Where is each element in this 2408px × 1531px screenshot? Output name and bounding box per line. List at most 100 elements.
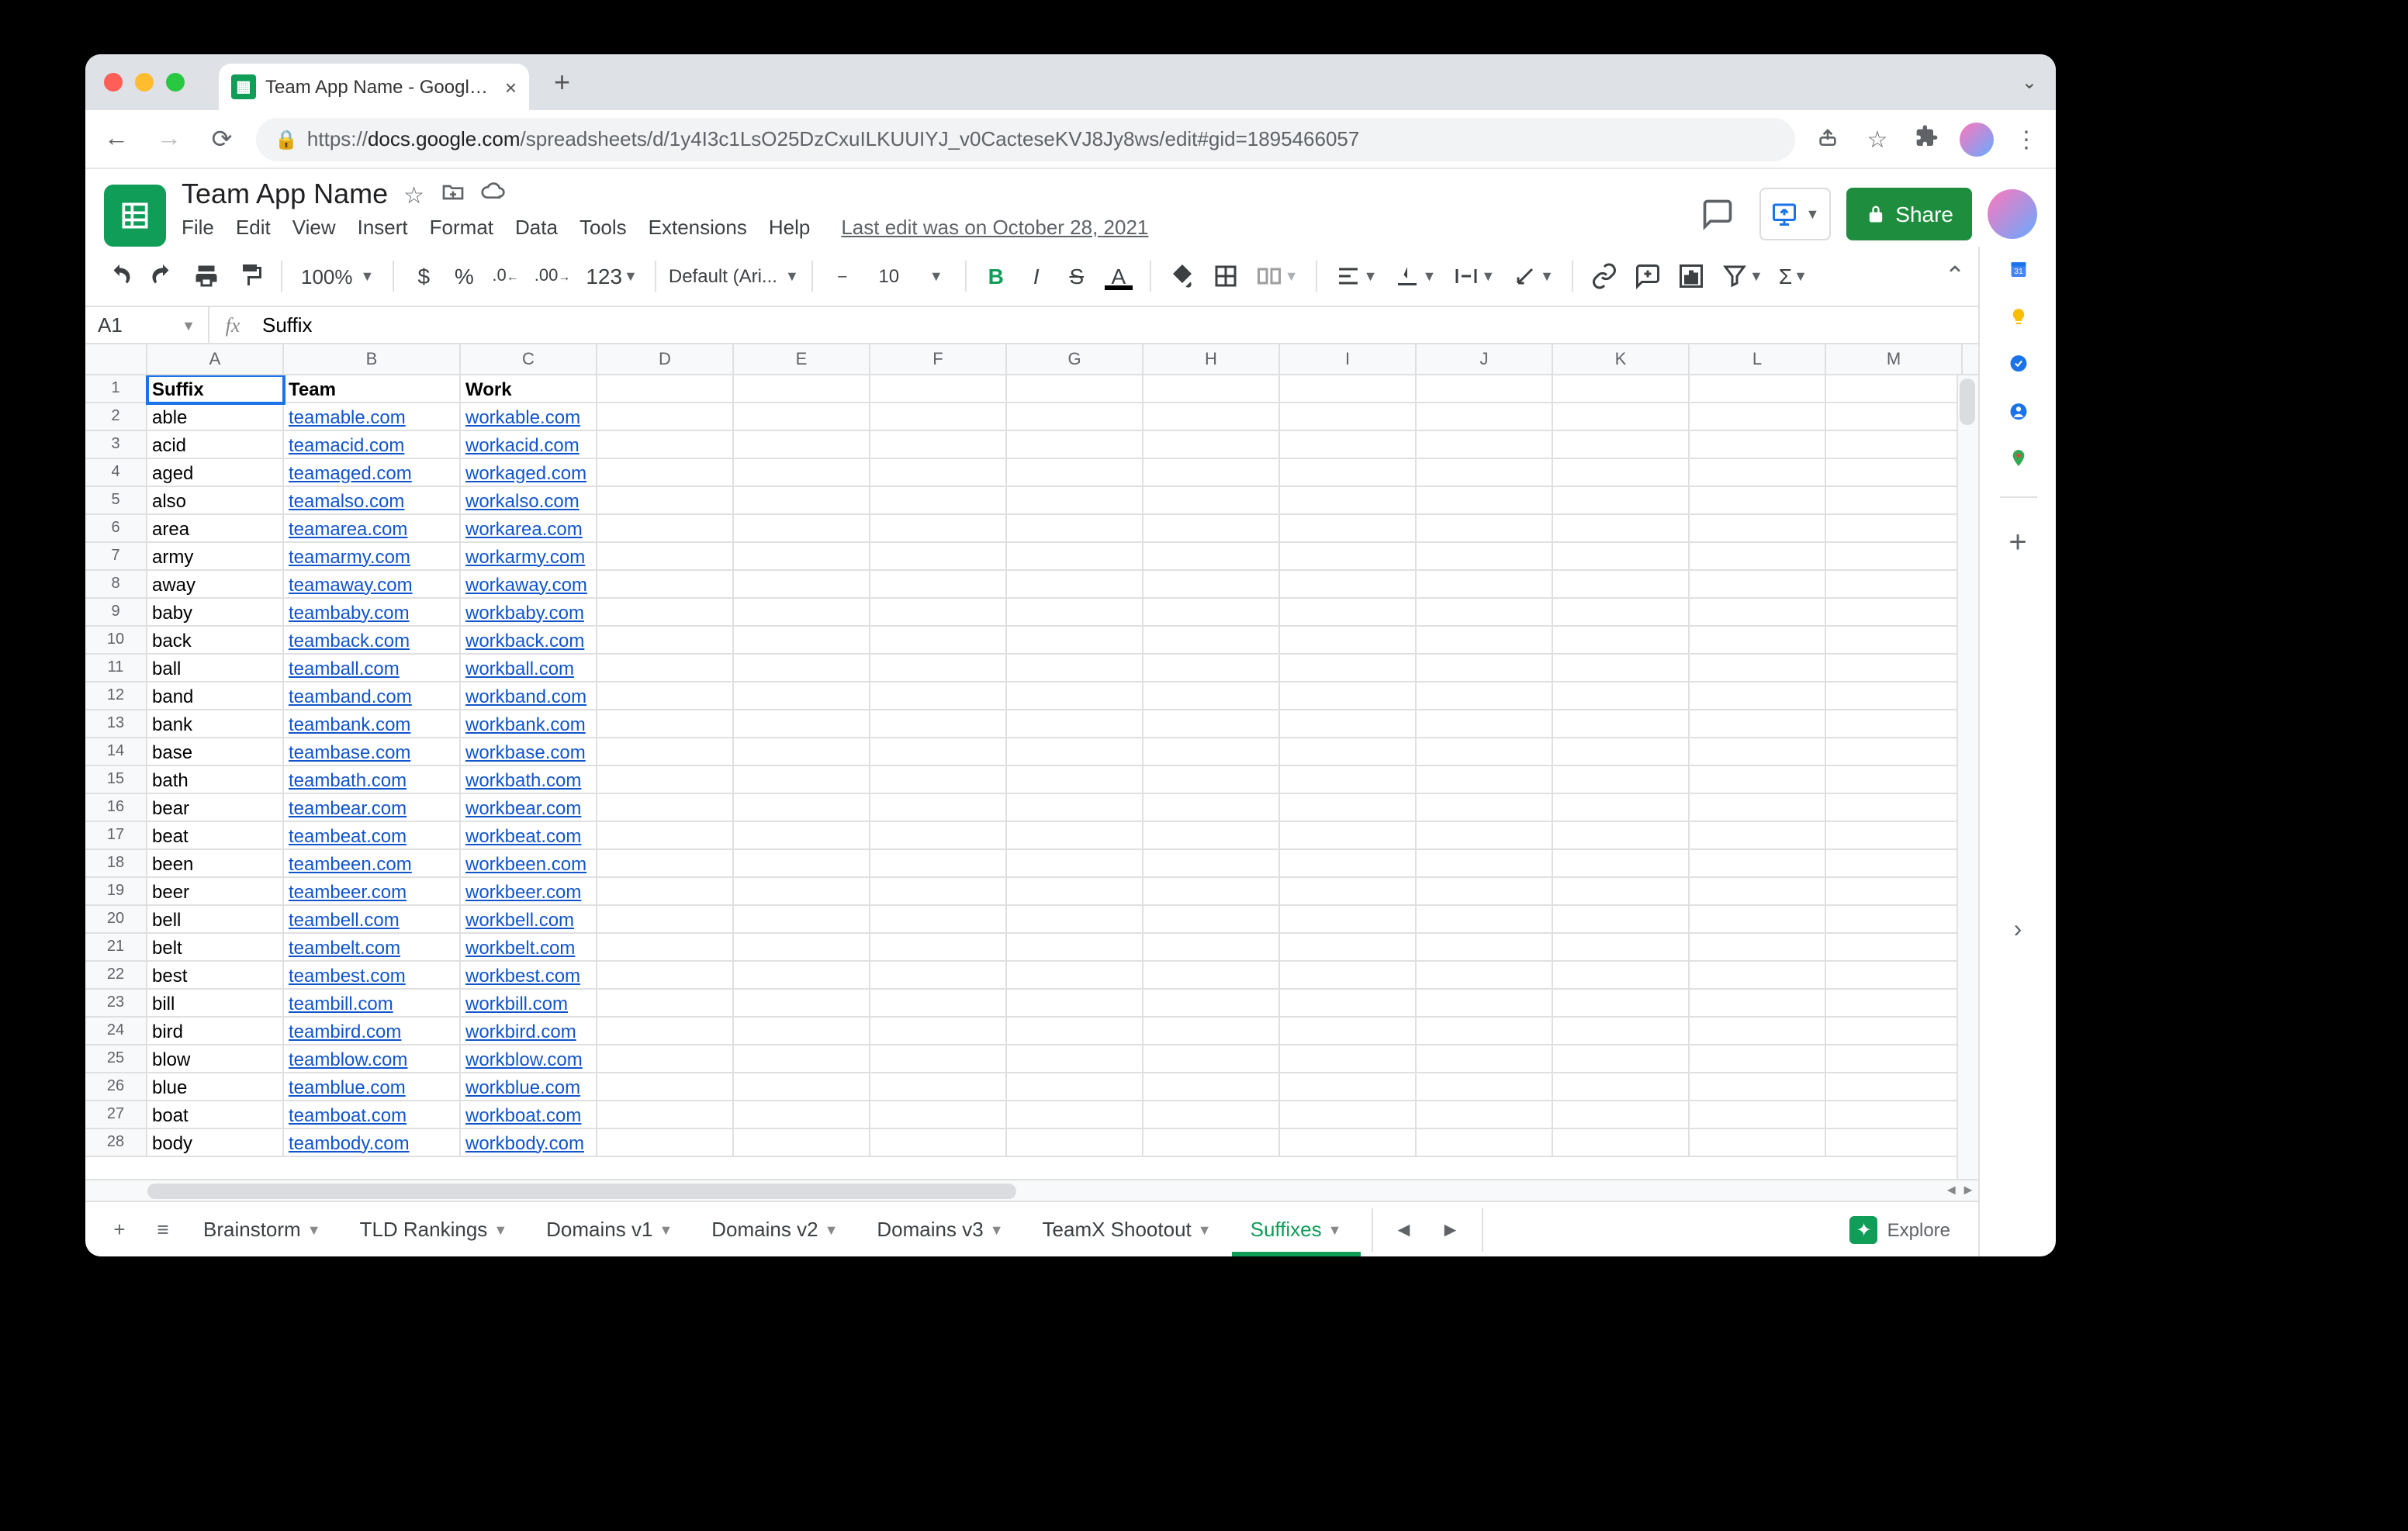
print-button[interactable] xyxy=(188,256,225,296)
cell[interactable] xyxy=(1826,683,1963,710)
row-header[interactable]: 7 xyxy=(85,543,147,571)
cell[interactable] xyxy=(870,990,1007,1018)
cell[interactable] xyxy=(870,571,1007,599)
cell[interactable]: beat xyxy=(147,822,284,850)
cell[interactable] xyxy=(734,431,870,459)
add-addon-icon[interactable]: + xyxy=(2008,525,2026,561)
cell[interactable]: teamacid.com xyxy=(284,431,461,459)
cell[interactable] xyxy=(1007,459,1143,487)
cell[interactable] xyxy=(1553,627,1690,655)
back-button[interactable]: ← xyxy=(98,125,135,153)
cell[interactable] xyxy=(1826,543,1963,571)
cell[interactable]: Suffix xyxy=(147,375,284,403)
cell[interactable]: workblow.com xyxy=(461,1045,597,1073)
cell[interactable] xyxy=(1143,850,1280,878)
cell[interactable] xyxy=(1417,822,1553,850)
cell[interactable] xyxy=(1690,906,1826,934)
all-sheets-button[interactable]: ≡ xyxy=(141,1208,185,1251)
cell[interactable]: teamaway.com xyxy=(284,571,461,599)
cell[interactable] xyxy=(734,1045,870,1073)
cell[interactable] xyxy=(1417,1073,1553,1101)
cell[interactable] xyxy=(1280,710,1417,738)
cell[interactable] xyxy=(734,990,870,1018)
cell[interactable]: best xyxy=(147,962,284,990)
row-header[interactable]: 21 xyxy=(85,934,147,962)
cell[interactable] xyxy=(1143,375,1280,403)
cell[interactable] xyxy=(1143,655,1280,683)
cell[interactable] xyxy=(1553,375,1690,403)
menu-data[interactable]: Data xyxy=(515,216,558,239)
cell[interactable] xyxy=(1690,1018,1826,1045)
cell[interactable] xyxy=(1826,878,1963,906)
row-header[interactable]: 20 xyxy=(85,906,147,934)
cell[interactable] xyxy=(1690,403,1826,431)
cell[interactable] xyxy=(870,1018,1007,1045)
zoom-select[interactable]: 100%▼ xyxy=(295,264,380,288)
cell[interactable] xyxy=(870,375,1007,403)
cell[interactable] xyxy=(597,822,734,850)
cell[interactable]: teambelt.com xyxy=(284,934,461,962)
cell[interactable] xyxy=(870,850,1007,878)
cell[interactable] xyxy=(734,1018,870,1045)
cell[interactable] xyxy=(1143,822,1280,850)
cell[interactable] xyxy=(1280,599,1417,627)
cell[interactable]: teambeat.com xyxy=(284,822,461,850)
menu-format[interactable]: Format xyxy=(430,216,493,239)
cell[interactable]: bird xyxy=(147,1018,284,1045)
cell[interactable] xyxy=(1007,1045,1143,1073)
cell[interactable] xyxy=(597,962,734,990)
cell[interactable]: workbird.com xyxy=(461,1018,597,1045)
cell[interactable] xyxy=(1553,794,1690,822)
row-header[interactable]: 18 xyxy=(85,850,147,878)
cell[interactable] xyxy=(1143,906,1280,934)
cell[interactable] xyxy=(1007,599,1143,627)
row-header[interactable]: 24 xyxy=(85,1018,147,1045)
cell[interactable] xyxy=(597,990,734,1018)
cell[interactable]: teambell.com xyxy=(284,906,461,934)
cell[interactable] xyxy=(1417,515,1553,543)
cell[interactable] xyxy=(1553,822,1690,850)
cell[interactable] xyxy=(1690,459,1826,487)
cell[interactable] xyxy=(1280,403,1417,431)
cell[interactable] xyxy=(1143,878,1280,906)
rotate-button[interactable]: ▼ xyxy=(1506,256,1559,296)
cell[interactable]: teamable.com xyxy=(284,403,461,431)
cell[interactable]: blow xyxy=(147,1045,284,1073)
cell[interactable] xyxy=(597,571,734,599)
cell[interactable] xyxy=(1826,1073,1963,1101)
cell[interactable]: workbest.com xyxy=(461,962,597,990)
move-doc-icon[interactable] xyxy=(440,179,465,210)
percent-button[interactable]: % xyxy=(447,256,481,296)
row-header[interactable]: 22 xyxy=(85,962,147,990)
minimize-window-icon[interactable] xyxy=(135,73,154,92)
cell[interactable] xyxy=(1553,683,1690,710)
contacts-icon[interactable] xyxy=(2002,401,2033,420)
cell[interactable] xyxy=(1417,543,1553,571)
cell[interactable] xyxy=(1690,515,1826,543)
cell[interactable] xyxy=(1280,431,1417,459)
cell[interactable] xyxy=(1826,794,1963,822)
row-header[interactable]: 28 xyxy=(85,1129,147,1157)
cell[interactable]: workaway.com xyxy=(461,571,597,599)
menu-extensions[interactable]: Extensions xyxy=(649,216,747,239)
cell[interactable]: acid xyxy=(147,431,284,459)
cell[interactable] xyxy=(1826,655,1963,683)
cell[interactable] xyxy=(1143,962,1280,990)
cell[interactable] xyxy=(1417,850,1553,878)
row-header[interactable]: 27 xyxy=(85,1101,147,1129)
cell[interactable] xyxy=(1690,962,1826,990)
column-header[interactable]: H xyxy=(1143,344,1280,374)
column-header[interactable]: A xyxy=(147,344,284,374)
row-header[interactable]: 1 xyxy=(85,375,147,403)
column-header[interactable]: M xyxy=(1826,344,1963,374)
cell[interactable] xyxy=(1007,822,1143,850)
cell[interactable] xyxy=(1280,1045,1417,1073)
cell[interactable]: workband.com xyxy=(461,683,597,710)
cell[interactable] xyxy=(870,738,1007,766)
cell[interactable] xyxy=(1826,738,1963,766)
cell[interactable]: workbear.com xyxy=(461,794,597,822)
cell[interactable] xyxy=(1826,990,1963,1018)
zoom-window-icon[interactable] xyxy=(166,73,185,92)
cell[interactable]: beer xyxy=(147,878,284,906)
star-doc-icon[interactable]: ☆ xyxy=(403,181,424,209)
